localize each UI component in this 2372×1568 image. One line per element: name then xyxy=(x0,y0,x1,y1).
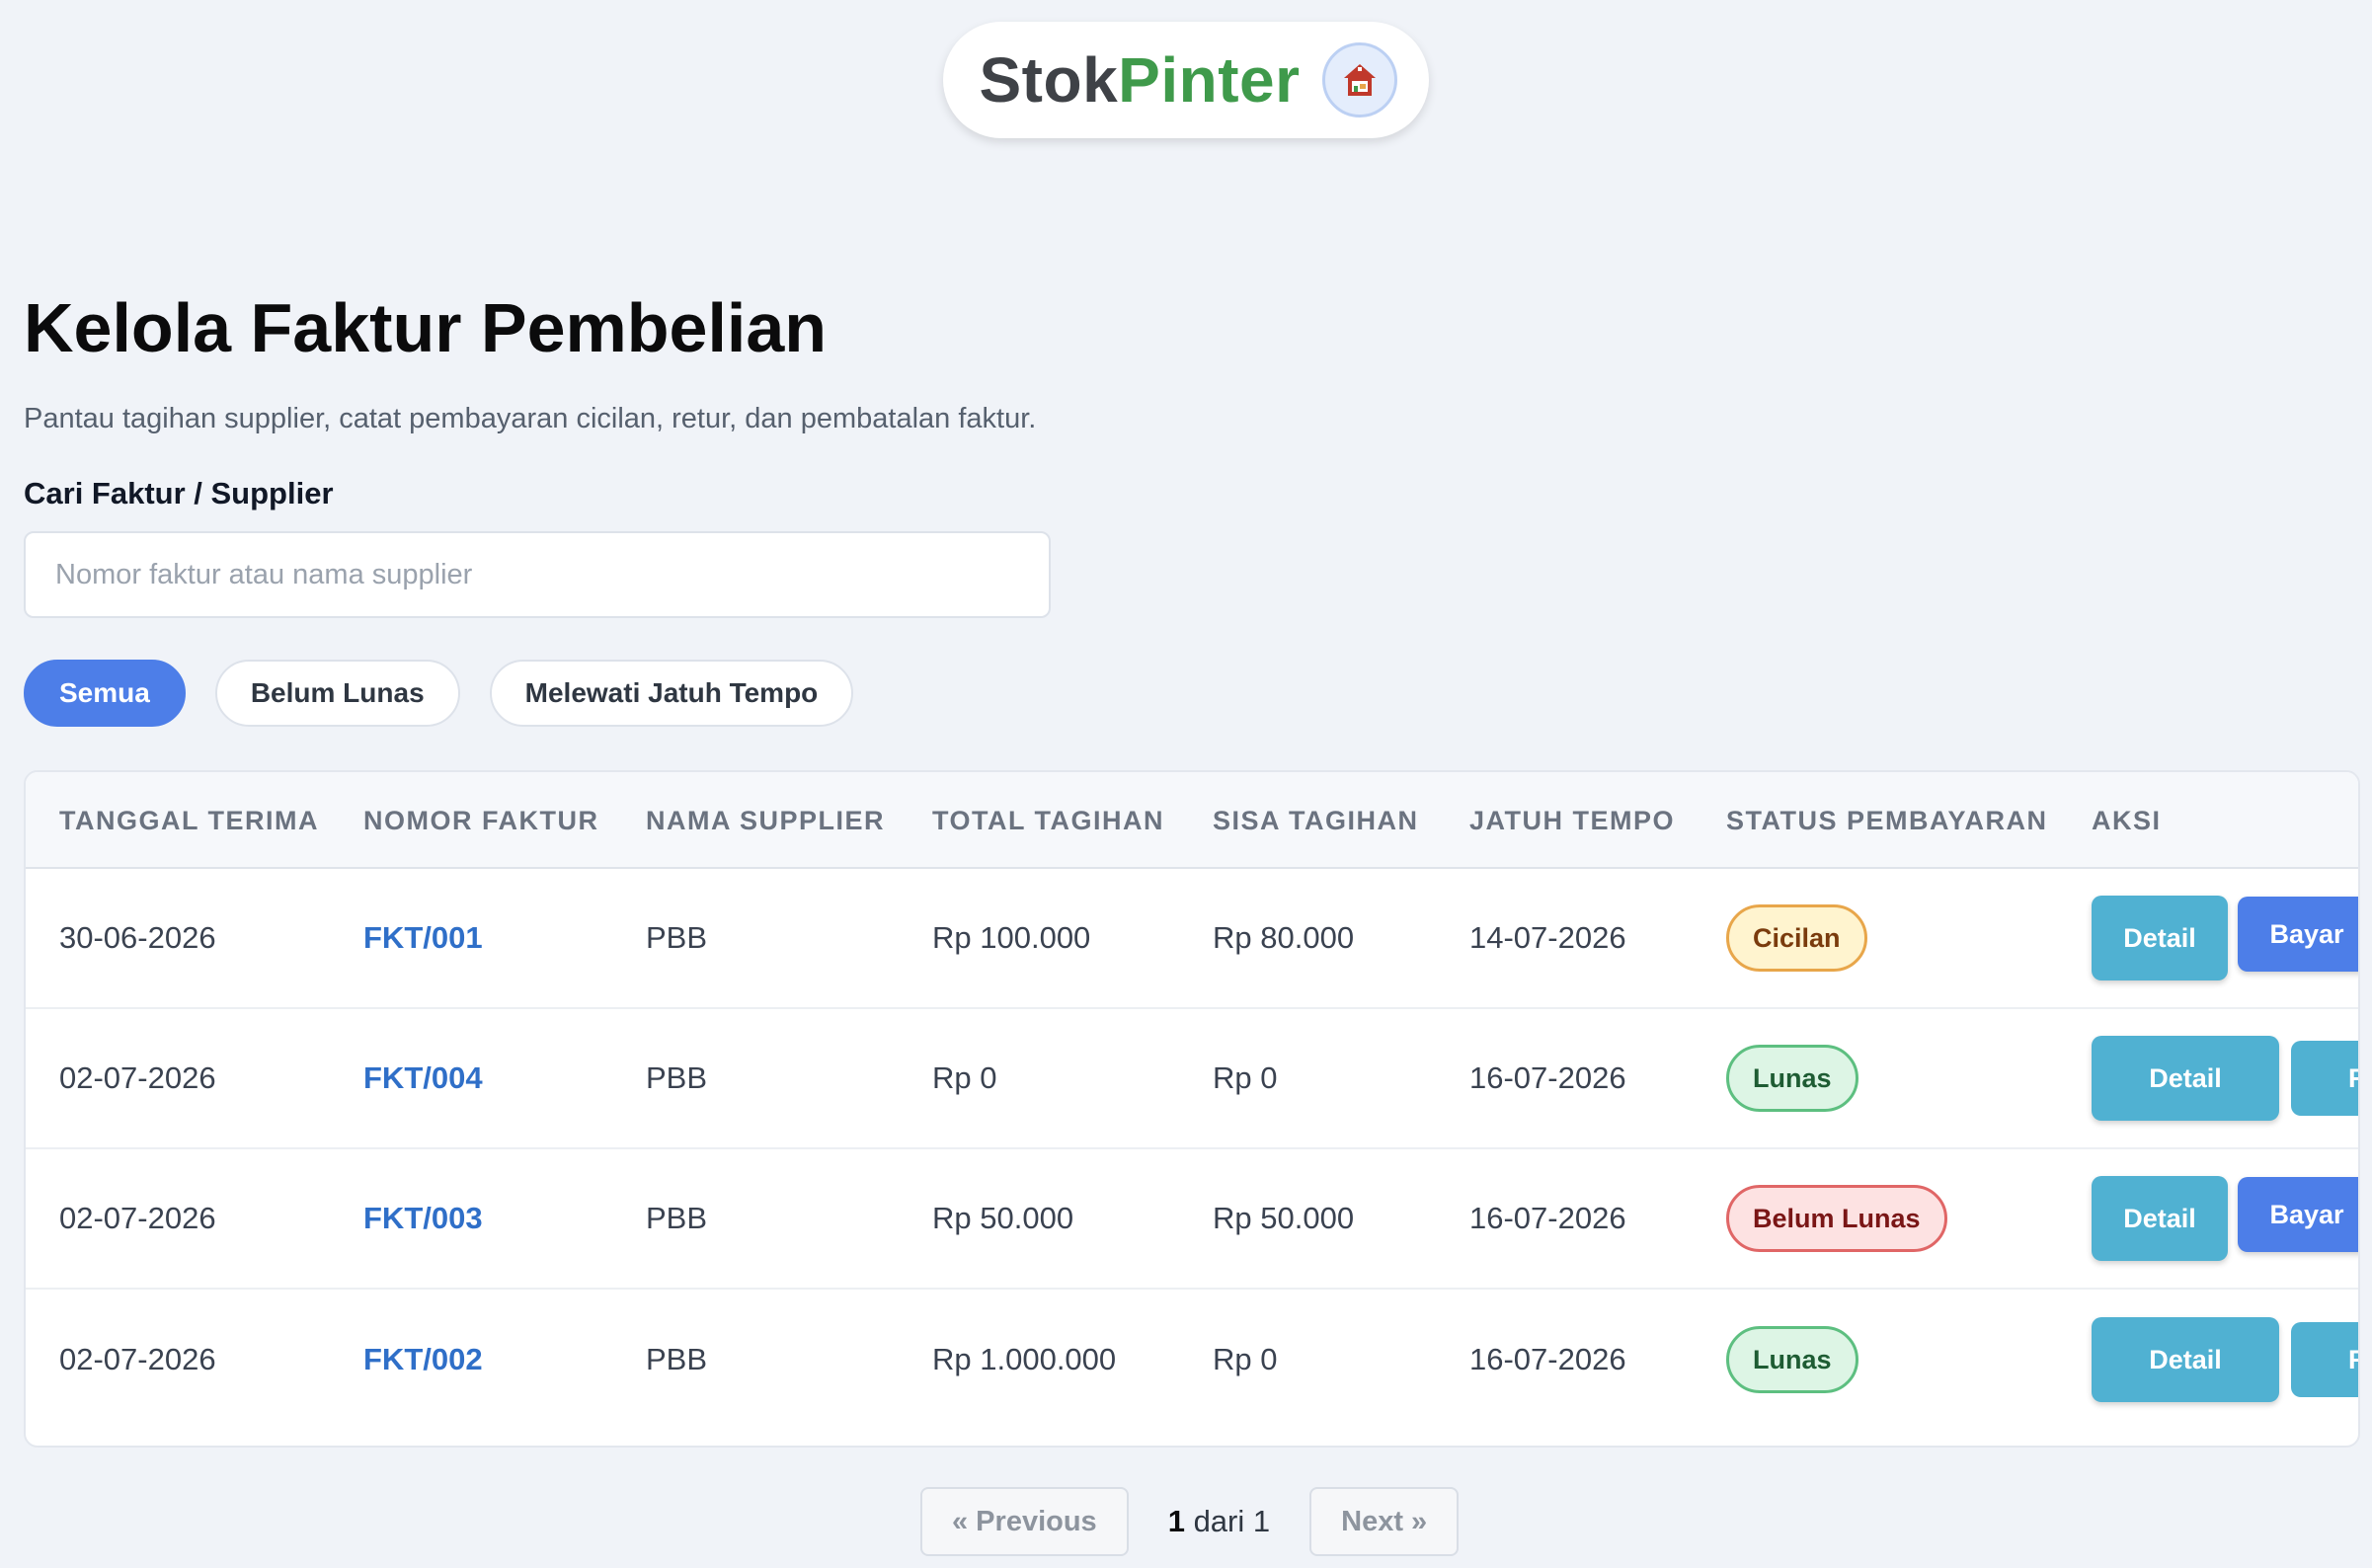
cell-total: Rp 100.000 xyxy=(932,920,1091,955)
cell-supplier: PBB xyxy=(646,1342,708,1376)
filter-unpaid-chip[interactable]: Belum Lunas xyxy=(214,660,460,727)
current-page: 1 xyxy=(1167,1504,1185,1538)
total-pages: 1 xyxy=(1252,1504,1271,1538)
table-row: 02-07-2026 FKT/004 PBB Rp 0 Rp 0 16-07-2… xyxy=(26,1009,2358,1149)
filter-overdue-chip[interactable]: Melewati Jatuh Tempo xyxy=(489,660,854,727)
return-button-cut[interactable]: R xyxy=(2291,1041,2358,1116)
cell-jatuh-tempo: 16-07-2026 xyxy=(1469,1201,1626,1235)
cell-jatuh-tempo: 16-07-2026 xyxy=(1469,1342,1626,1376)
cell-supplier: PBB xyxy=(646,1201,708,1235)
status-badge: Belum Lunas xyxy=(1726,1185,1947,1252)
cell-total: Rp 50.000 xyxy=(932,1201,1074,1235)
cell-sisa: Rp 80.000 xyxy=(1213,920,1355,955)
status-badge: Lunas xyxy=(1726,1045,1858,1112)
brand-name-part2: Pinter xyxy=(1118,44,1301,116)
cell-sisa: Rp 0 xyxy=(1213,1060,1278,1095)
page-of-label: dari xyxy=(1193,1504,1245,1538)
filter-all-chip[interactable]: Semua xyxy=(24,660,186,727)
invoice-number-link[interactable]: FKT/004 xyxy=(363,1060,483,1096)
invoice-number-link[interactable]: FKT/001 xyxy=(363,920,483,956)
invoice-table: TANGGAL TERIMA NOMOR FAKTUR NAMA SUPPLIE… xyxy=(24,770,2360,1448)
cell-jatuh-tempo: 14-07-2026 xyxy=(1469,920,1626,955)
pay-button[interactable]: Bayar xyxy=(2238,1177,2358,1252)
cell-total: Rp 0 xyxy=(932,1060,997,1095)
search-input[interactable] xyxy=(24,531,1051,618)
return-button-cut[interactable]: R xyxy=(2291,1322,2358,1397)
cell-tanggal: 02-07-2026 xyxy=(59,1201,216,1235)
column-header-total[interactable]: TOTAL TAGIHAN xyxy=(932,806,1164,836)
cell-supplier: PBB xyxy=(646,1060,708,1095)
search-label: Cari Faktur / Supplier xyxy=(24,476,334,510)
cell-total: Rp 1.000.000 xyxy=(932,1342,1117,1376)
page-title: Kelola Faktur Pembelian xyxy=(24,289,828,366)
brand-badge[interactable]: StokPinter xyxy=(943,22,1429,138)
invoice-number-link[interactable]: FKT/002 xyxy=(363,1342,483,1377)
column-header-nomor[interactable]: NOMOR FAKTUR xyxy=(363,806,598,836)
column-header-sisa[interactable]: SISA TAGIHAN xyxy=(1213,806,1419,836)
brand-header-wrap: StokPinter xyxy=(0,22,2372,138)
column-header-tanggal[interactable]: TANGGAL TERIMA xyxy=(59,806,319,836)
cell-tanggal: 30-06-2026 xyxy=(59,920,216,955)
cell-supplier: PBB xyxy=(646,920,708,955)
brand-name: StokPinter xyxy=(979,43,1300,117)
cell-jatuh-tempo: 16-07-2026 xyxy=(1469,1060,1626,1095)
invoice-number-link[interactable]: FKT/003 xyxy=(363,1201,483,1236)
brand-name-part1: Stok xyxy=(979,44,1119,116)
cell-tanggal: 02-07-2026 xyxy=(59,1342,216,1376)
status-badge: Cicilan xyxy=(1726,904,1867,972)
table-row: 30-06-2026 FKT/001 PBB Rp 100.000 Rp 80.… xyxy=(26,869,2358,1009)
detail-button[interactable]: Detail xyxy=(2092,1317,2279,1402)
cell-sisa: Rp 0 xyxy=(1213,1342,1278,1376)
cell-tanggal: 02-07-2026 xyxy=(59,1060,216,1095)
filter-chips: Semua Belum Lunas Melewati Jatuh Tempo xyxy=(24,660,854,727)
column-header-jatuh-tempo[interactable]: JATUH TEMPO xyxy=(1469,806,1675,836)
next-page-button[interactable]: Next » xyxy=(1309,1487,1460,1556)
detail-button[interactable]: Detail xyxy=(2092,1036,2279,1121)
column-header-aksi: AKSI xyxy=(2092,806,2162,835)
column-header-supplier[interactable]: NAMA SUPPLIER xyxy=(646,806,885,836)
detail-button[interactable]: Detail xyxy=(2092,896,2228,980)
table-row: 02-07-2026 FKT/002 PBB Rp 1.000.000 Rp 0… xyxy=(26,1290,2358,1430)
cell-sisa: Rp 50.000 xyxy=(1213,1201,1355,1235)
pay-button[interactable]: Bayar xyxy=(2238,897,2358,972)
page-indicator: 1 dari 1 xyxy=(1168,1504,1270,1539)
table-header: TANGGAL TERIMA NOMOR FAKTUR NAMA SUPPLIE… xyxy=(26,772,2358,869)
pagination: « Previous 1 dari 1 Next » xyxy=(920,1487,1460,1556)
detail-button[interactable]: Detail xyxy=(2092,1176,2228,1261)
column-header-status[interactable]: STATUS PEMBAYARAN xyxy=(1726,806,2048,836)
house-shop-icon xyxy=(1321,42,1397,118)
previous-page-button[interactable]: « Previous xyxy=(920,1487,1129,1556)
page-subtitle: Pantau tagihan supplier, catat pembayara… xyxy=(24,403,1037,434)
table-row: 02-07-2026 FKT/003 PBB Rp 50.000 Rp 50.0… xyxy=(26,1149,2358,1290)
status-badge: Lunas xyxy=(1726,1326,1858,1393)
